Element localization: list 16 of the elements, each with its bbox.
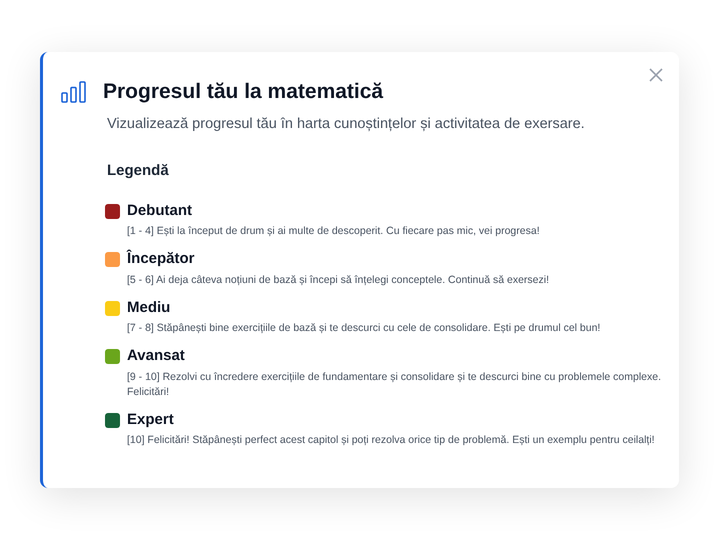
- level-description: [5 - 6] Ai deja câteva noțiuni de bază și începi să înțelegi conceptele. Continuă să exersezi!: [127, 272, 550, 288]
- level-name: Avansat: [127, 346, 185, 366]
- legend-heading: Legendă: [107, 161, 170, 182]
- bar-chart-icon: [61, 80, 86, 103]
- level-name: Începător: [127, 248, 195, 270]
- level-name: Expert: [127, 410, 174, 430]
- level-description: [10] Felicitări! Stăpânești perfect acest capitol și poți rezolva orice tip de problemă. Ești un exemplu pentru ceilalți!: [127, 433, 656, 448]
- dialog-subtitle: Vizualizează progresul tău în harta cunoștințelor și activitatea de exersare.: [107, 114, 586, 134]
- level-description: [9 - 10] Rezolvi cu încredere exercițiile de fundamentare și consolidare și te descurci bine cu problemele complexe. Felicitări!: [127, 370, 662, 400]
- close-icon: [649, 68, 663, 82]
- level-name: Debutant: [127, 200, 192, 221]
- level-description: [7 - 8] Stăpânești bine exercițiile de bază și te descurci cu cele de consolidare. Ești pe drumul cel bun!: [127, 321, 602, 336]
- dialog-title: Progresul tău la matematică: [103, 79, 384, 105]
- close-button[interactable]: [647, 66, 665, 84]
- level-description: [1 - 4] Ești la început de drum și ai multe de descoperit. Cu fiecare pas mic, vei progresa!: [127, 224, 541, 240]
- level-name: Mediu: [127, 298, 170, 318]
